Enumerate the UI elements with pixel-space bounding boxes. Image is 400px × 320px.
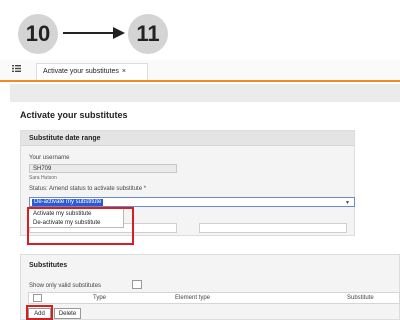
substitutes-table-header: Type Element type Substitute [28,292,400,304]
page-title: Activate your substitutes [20,110,128,120]
delete-button[interactable]: Delete [54,308,81,319]
column-header-type: Type [93,295,107,301]
screen: 10 11 Activate your substitutes × Activat… [0,0,400,320]
user-fullname: Sara Hutson [29,175,57,181]
page-header-band [10,84,400,102]
highlight-box-dropdown [27,207,134,245]
accent-divider [0,80,400,82]
close-icon[interactable]: × [122,68,126,75]
step-badge-to: 11 [128,14,168,54]
column-header-element-type: Element type [175,295,211,301]
status-selected-value: De-activate my substitute [32,199,104,206]
status-select[interactable]: De-activate my substitute ▼ [29,197,355,207]
tab-activate-substitutes[interactable]: Activate your substitutes × [36,63,148,80]
status-label: Status: Amend status to activate substit… [29,186,147,192]
select-all-checkbox[interactable] [33,294,42,302]
panel-heading: Substitute date range [21,131,354,146]
tab-label: Activate your substitutes [43,68,119,75]
hamburger-menu-icon[interactable] [12,65,21,72]
highlight-box-add [26,305,53,320]
username-field: SH709 [29,164,177,173]
panel-heading: Substitutes [21,258,399,273]
show-valid-checkbox[interactable] [132,280,142,289]
username-label: Your username [29,155,70,161]
show-valid-label: Show only valid substitutes [29,283,102,289]
arrow-right-icon [63,27,125,39]
step-badge-from: 10 [18,14,58,54]
chevron-down-icon[interactable]: ▼ [345,200,350,206]
column-header-substitute: Substitute [347,295,374,301]
date-to-field[interactable] [199,223,347,233]
